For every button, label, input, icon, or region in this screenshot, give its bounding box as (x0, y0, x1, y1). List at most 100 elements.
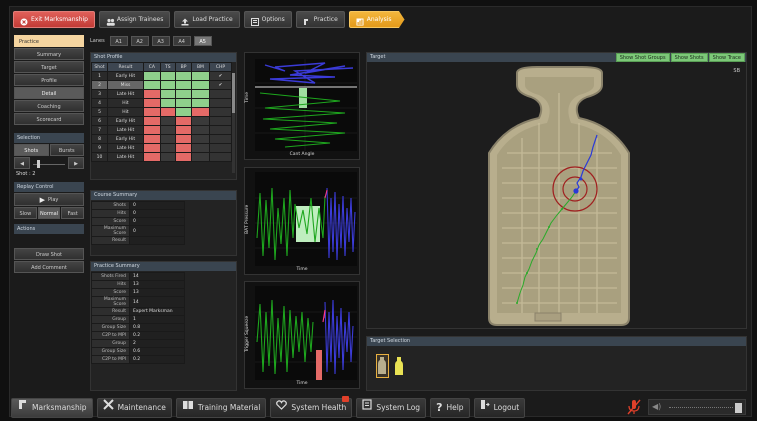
logout-button[interactable]: Logout (473, 398, 526, 418)
summary-value (129, 236, 185, 245)
shots-toggle[interactable]: Shots (14, 144, 49, 156)
shot-result-cell: Miss (107, 80, 144, 90)
table-row[interactable]: 7 Late Hit (91, 125, 233, 135)
indicator-cell (190, 134, 210, 144)
table-row[interactable]: 5 Hit (91, 107, 233, 117)
chp-checkbox[interactable] (208, 125, 233, 135)
shot-result-cell: Early Hit (107, 71, 144, 81)
volume-handle[interactable] (735, 403, 742, 413)
chp-checkbox[interactable]: ✔ (208, 80, 233, 90)
table-row[interactable]: 9 Late Hit (91, 143, 233, 153)
health-alert-icon (342, 396, 350, 402)
prev-shot-button[interactable]: ◀ (14, 157, 30, 169)
table-row[interactable]: 8 Early Hit (91, 134, 233, 144)
table-row[interactable]: 3 Late Hit (91, 89, 233, 99)
maintenance-button[interactable]: Maintenance (96, 398, 172, 418)
summary-value: 0.6 (129, 347, 185, 356)
summary-row: Group 2 (91, 339, 185, 348)
options-button[interactable]: Options (243, 11, 292, 28)
indicator-cell (143, 71, 161, 81)
training-material-button[interactable]: Training Material (175, 398, 267, 418)
course-summary-panel: Course Summary Shots 0 Hits 0 Score 0 Maximum … (90, 190, 237, 256)
fast-speed-button[interactable]: Fast (61, 207, 85, 219)
show-shots-button[interactable]: Show Shots (670, 53, 708, 62)
normal-speed-button[interactable]: Normal (37, 207, 61, 219)
sidebar-item-detail[interactable]: Detail (14, 87, 84, 99)
chp-checkbox[interactable] (208, 143, 233, 153)
slow-speed-button[interactable]: Slow (14, 207, 37, 219)
chevron-left-icon: ◀ (20, 161, 24, 167)
shot-marker (573, 188, 579, 194)
chp-checkbox[interactable]: ✔ (208, 71, 233, 81)
chp-checkbox[interactable] (208, 98, 233, 108)
lanes-selector: Lanes A1 A2 A3 A4 A5 (90, 36, 212, 46)
table-row[interactable]: 1 Early Hit ✔ (91, 71, 233, 81)
sidebar-item-profile[interactable]: Profile (14, 74, 84, 86)
summary-key: C2P to MPI (91, 355, 130, 364)
table-row[interactable]: 2 Miss ✔ (91, 80, 233, 90)
bursts-toggle[interactable]: Bursts (49, 144, 84, 156)
slider-handle[interactable] (37, 159, 40, 168)
practice-header[interactable]: Practice (14, 35, 84, 47)
system-log-button[interactable]: System Log (356, 398, 427, 418)
system-health-button[interactable]: System Health (270, 396, 353, 418)
lane-a1[interactable]: A1 (109, 36, 128, 46)
table-row[interactable]: 6 Early Hit (91, 116, 233, 126)
sidebar-item-coaching[interactable]: Coaching (14, 100, 84, 112)
indicator-cell (159, 152, 177, 162)
help-button[interactable]: ? Help (430, 398, 470, 418)
chp-checkbox[interactable] (208, 152, 233, 162)
rifle-icon (17, 398, 28, 418)
show-trace-button[interactable]: Show Trace (708, 53, 745, 62)
options-icon (250, 16, 259, 26)
practice-button[interactable]: Practice (295, 11, 345, 28)
analysis-button[interactable]: Analysis (348, 11, 405, 28)
summary-row: Hits 0 (91, 209, 185, 218)
shot-table-scrollbar[interactable] (232, 73, 235, 173)
indicator-cell (190, 116, 210, 126)
draw-shot-button[interactable]: Draw Shot (14, 248, 84, 260)
marksmanship-button[interactable]: Marksmanship (11, 398, 93, 418)
course-summary-table: Shots 0 Hits 0 Score 0 Maximum Score 0 Result (91, 201, 185, 245)
summary-key: Group (91, 315, 130, 324)
col-result: Result (107, 62, 144, 72)
summary-row: Result (91, 236, 185, 245)
next-shot-button[interactable]: ▶ (68, 157, 84, 169)
lane-a2[interactable]: A2 (130, 36, 149, 46)
shot-slider[interactable] (31, 158, 67, 170)
chp-checkbox[interactable] (208, 89, 233, 99)
summary-value: 0 (129, 217, 185, 226)
assign-trainees-button[interactable]: Assign Trainees (98, 11, 171, 28)
lane-a4[interactable]: A4 (172, 36, 191, 46)
lane-a5[interactable]: A5 (193, 36, 212, 46)
target-option-silhouette[interactable] (376, 354, 389, 378)
shot-indicator: Shot : 2 (16, 171, 36, 177)
summary-key: Group Size (91, 347, 130, 356)
exit-marksmanship-button[interactable]: Exit Marksmanship (13, 11, 95, 28)
table-row[interactable]: 10 Late Hit (91, 152, 233, 162)
summary-value: 0.8 (129, 323, 185, 332)
g2-x-label: Time (296, 267, 308, 272)
mute-button[interactable] (626, 398, 642, 416)
chp-checkbox[interactable] (208, 116, 233, 126)
table-row[interactable]: 4 Hit (91, 98, 233, 108)
indicator-cell (175, 143, 192, 153)
summary-key: Result (91, 307, 130, 316)
g2-y-label: BAT Pressure (245, 204, 250, 234)
sidebar-item-target[interactable]: Target (14, 61, 84, 73)
show-shot-groups-button[interactable]: Show Shot Groups (615, 53, 670, 62)
chp-checkbox[interactable] (208, 134, 233, 144)
col-ca: CA (143, 62, 161, 72)
play-button[interactable]: ▶ Play (14, 193, 84, 206)
add-comment-button[interactable]: Add Comment (14, 261, 84, 273)
target-option-yellow[interactable] (394, 356, 404, 376)
sidebar-item-summary[interactable]: Summary (14, 48, 84, 60)
summary-key: Maximum Score (91, 225, 130, 237)
chp-checkbox[interactable] (208, 107, 233, 117)
sidebar-item-scorecard[interactable]: Scorecard (14, 113, 84, 125)
g1-y-label: Time (245, 91, 250, 103)
lane-a3[interactable]: A3 (151, 36, 170, 46)
users-icon (106, 16, 115, 26)
volume-control[interactable]: ◀) (648, 399, 746, 415)
load-practice-button[interactable]: Load Practice (174, 11, 240, 28)
